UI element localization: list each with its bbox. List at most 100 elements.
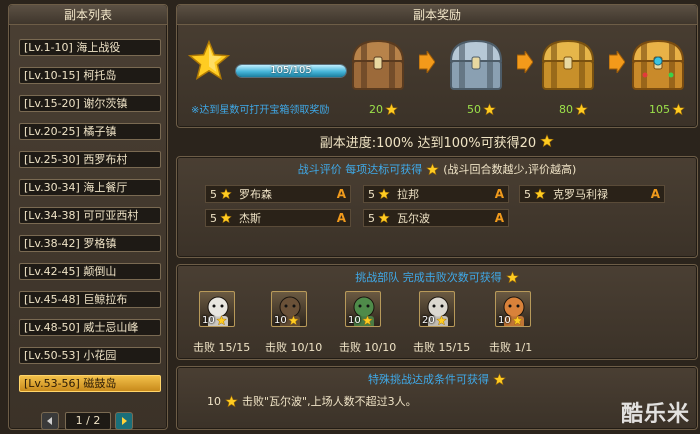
- enemy-defeat-count: 击败 15/15: [413, 341, 471, 354]
- chest-star-requirement: 80: [559, 103, 588, 116]
- star-icon: [378, 212, 390, 224]
- special-challenge-title-text: 特殊挑战达成条件可获得: [368, 373, 489, 386]
- enemy-reward-value: 10: [202, 315, 215, 326]
- battle-rating-entry: 5 罗布森 A: [205, 185, 351, 203]
- dungeon-reward-panel: 副本奖励 105/105 ※达到星数可打开宝箱领取奖励 20 50 80 105: [176, 4, 698, 128]
- battle-rating-entry: 5 拉邦 A: [363, 185, 509, 203]
- enemy-portrait[interactable]: 10: [495, 291, 531, 327]
- star-icon: [215, 315, 227, 326]
- dungeon-list-item[interactable]: [Lv.50-53] 小花园: [19, 347, 161, 364]
- dungeon-list-title: 副本列表: [9, 5, 167, 25]
- silver-chest-icon[interactable]: [445, 35, 507, 93]
- battle-rating-title-main: 战斗评价 每项达标可获得: [297, 163, 423, 176]
- dungeon-list-item[interactable]: [Lv.25-30] 西罗布村: [19, 151, 161, 168]
- rating-enemy-name: 杰斯: [239, 212, 261, 225]
- star-icon: [493, 372, 506, 385]
- enemy-portrait[interactable]: 10: [271, 291, 307, 327]
- battle-rating-entry: 5 杰斯 A: [205, 209, 351, 227]
- next-page-button[interactable]: [115, 412, 133, 430]
- enemy-reward-tag: 10: [274, 315, 299, 326]
- star-icon: [483, 103, 496, 116]
- chest-star-requirement: 50: [467, 103, 496, 116]
- rating-grade: A: [336, 211, 346, 225]
- rating-star-count: 5: [368, 211, 375, 225]
- prev-page-button[interactable]: [41, 412, 59, 430]
- chest-requirement-value: 105: [649, 103, 670, 116]
- dungeon-list-item[interactable]: [Lv.42-45] 颠倒山: [19, 263, 161, 280]
- star-icon: [511, 315, 523, 326]
- rating-grade: A: [336, 187, 346, 201]
- dungeon-progress-text: 副本进度:100% 达到100%可获得20: [319, 135, 537, 151]
- reward-hint: ※达到星数可打开宝箱领取奖励: [191, 105, 330, 116]
- dungeon-list-item[interactable]: [Lv.38-42] 罗格镇: [19, 235, 161, 252]
- star-icon: [361, 315, 373, 326]
- challenge-team-title-text: 挑战部队 完成击败次数可获得: [355, 271, 502, 284]
- star-progress-bar: 105/105: [235, 64, 347, 78]
- star-icon: [426, 162, 440, 175]
- chest-star-requirement: 20: [369, 103, 398, 116]
- enemy-reward-tag: 10: [498, 315, 523, 326]
- special-challenge-count: 10: [207, 394, 221, 408]
- star-icon: [505, 270, 519, 283]
- enemy-defeat-count: 击败 15/15: [193, 341, 251, 354]
- star-icon: [378, 188, 390, 200]
- watermark: 酷乐米: [620, 402, 690, 427]
- star-icon: [220, 212, 232, 224]
- big-star-icon: [187, 39, 231, 81]
- enemy-defeat-count: 击败 1/1: [489, 341, 533, 354]
- star-icon: [385, 103, 398, 116]
- reward-title: 副本奖励: [177, 5, 697, 25]
- rating-enemy-name: 拉邦: [397, 188, 419, 201]
- dungeon-list-item[interactable]: [Lv.15-20] 谢尔茨镇: [19, 95, 161, 112]
- chest-graphic: [351, 39, 405, 90]
- rating-star-count: 5: [368, 187, 375, 201]
- rating-grade: A: [650, 187, 660, 201]
- wood-chest-icon[interactable]: [347, 35, 409, 93]
- rating-grade: A: [494, 211, 504, 225]
- rating-grade: A: [494, 187, 504, 201]
- chest-graphic: [449, 39, 503, 90]
- chest-graphic: [631, 39, 685, 90]
- special-challenge-condition: 10 击败"瓦尔波",上场人数不超过3人。: [207, 393, 417, 409]
- jewel-chest-icon[interactable]: [627, 35, 689, 93]
- dungeon-list-item[interactable]: [Lv.34-38] 可可亚西村: [19, 207, 161, 224]
- rating-enemy-name: 克罗马利禄: [553, 188, 608, 201]
- arrow-right-icon: [608, 49, 626, 76]
- battle-rating-note: (战斗回合数越少,评价越高): [443, 163, 577, 176]
- enemy-portrait[interactable]: 10: [345, 291, 381, 327]
- rating-star-count: 5: [210, 211, 217, 225]
- star-icon: [287, 315, 299, 326]
- dungeon-list-item[interactable]: [Lv.10-15] 柯托岛: [19, 67, 161, 84]
- rating-star-count: 5: [210, 187, 217, 201]
- dungeon-list-panel: 副本列表 [Lv.1-10] 海上战役 [Lv.10-15] 柯托岛 [Lv.15-…: [8, 4, 168, 430]
- enemy-defeat-count: 击败 10/10: [265, 341, 323, 354]
- enemy-portrait[interactable]: 20: [419, 291, 455, 327]
- special-challenge-text: 击败"瓦尔波",上场人数不超过3人。: [242, 395, 417, 408]
- star-icon: [575, 103, 588, 116]
- rating-enemy-name: 瓦尔波: [397, 212, 430, 225]
- dungeon-list-item[interactable]: [Lv.30-34] 海上餐厅: [19, 179, 161, 196]
- battle-rating-entry: 5 克罗马利禄 A: [519, 185, 665, 203]
- chest-graphic: [541, 39, 595, 90]
- star-icon: [225, 394, 238, 407]
- dungeon-list-item[interactable]: [Lv.53-56] 磁鼓岛: [19, 375, 161, 392]
- arrow-right-icon: [418, 49, 436, 76]
- challenge-team-title: 挑战部队 完成击败次数可获得: [177, 269, 697, 285]
- dungeon-list-item[interactable]: [Lv.45-48] 巨鲸拉布: [19, 291, 161, 308]
- enemy-portrait[interactable]: 10: [199, 291, 235, 327]
- arrow-right-icon: [122, 417, 127, 425]
- enemy-reward-tag: 10: [202, 315, 227, 326]
- dungeon-list-item[interactable]: [Lv.48-50] 威士忌山峰: [19, 319, 161, 336]
- dungeon-list-item[interactable]: [Lv.20-25] 橘子镇: [19, 123, 161, 140]
- dungeon-progress-line: 副本进度:100% 达到100%可获得20: [176, 131, 698, 151]
- battle-rating-entry: 5 瓦尔波 A: [363, 209, 509, 227]
- chest-star-requirement: 105: [649, 103, 685, 116]
- enemy-reward-value: 20: [422, 315, 435, 326]
- gold-chest-icon[interactable]: [537, 35, 599, 93]
- enemy-reward-tag: 10: [348, 315, 373, 326]
- dungeon-list-item[interactable]: [Lv.1-10] 海上战役: [19, 39, 161, 56]
- rating-star-count: 5: [524, 187, 531, 201]
- page-indicator: 1 / 2: [65, 412, 111, 430]
- battle-rating-panel: 战斗评价 每项达标可获得 (战斗回合数越少,评价越高) 5 罗布森 A 5 拉邦 A 5 克罗…: [176, 156, 698, 258]
- enemy-reward-value: 10: [274, 315, 287, 326]
